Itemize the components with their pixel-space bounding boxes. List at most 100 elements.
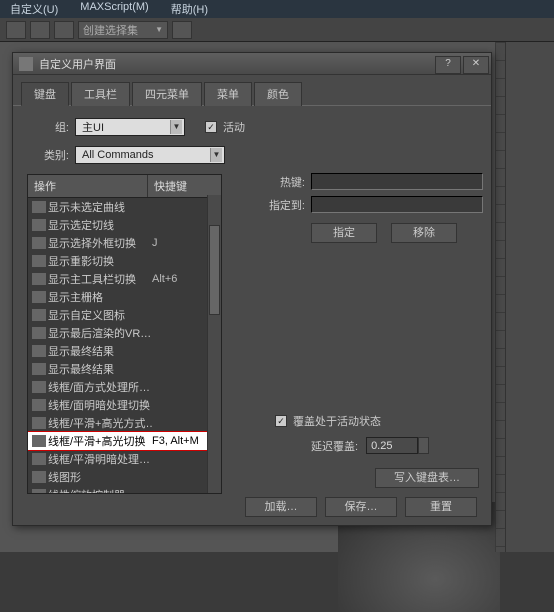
customize-ui-dialog: 自定义用户界面 ? ✕ 键盘 工具栏 四元菜单 菜单 颜色 组: 主UI ▼ ✓… [12, 52, 492, 526]
item-icon [32, 363, 46, 375]
list-header: 操作 快捷键 [28, 175, 221, 198]
active-label: 活动 [223, 119, 245, 135]
menu-custom[interactable]: 自定义(U) [10, 1, 58, 17]
list-item[interactable]: 显示最终结果 [28, 342, 221, 360]
item-icon [32, 219, 46, 231]
active-checkbox[interactable]: ✓ [205, 121, 217, 133]
item-text: 显示自定义图标 [48, 307, 152, 323]
right-panel: 热键: 指定到: 指定 移除 [245, 173, 483, 243]
item-icon [32, 291, 46, 303]
help-button[interactable]: ? [435, 56, 461, 74]
category-combo[interactable]: All Commands ▼ [75, 146, 225, 164]
item-icon [32, 435, 46, 447]
list-item[interactable]: 显示自定义图标 [28, 306, 221, 324]
dialog-titlebar[interactable]: 自定义用户界面 ? ✕ [13, 53, 491, 75]
list-item[interactable]: 线框/平滑明暗处理… [28, 450, 221, 468]
write-keyboard-button[interactable]: 写入键盘表… [375, 468, 479, 488]
item-icon [32, 453, 46, 465]
item-text: 线框/面方式处理所… [48, 379, 152, 395]
load-button[interactable]: 加载… [245, 497, 317, 517]
tool-button-2[interactable] [30, 21, 50, 39]
list-item[interactable]: 线图形 [28, 468, 221, 486]
item-icon [32, 417, 46, 429]
tab-keyboard[interactable]: 键盘 [21, 82, 69, 106]
item-text: 线框/平滑+高光方式… [48, 415, 152, 431]
lower-panel: ✓ 覆盖处于活动状态 延迟覆盖: 0.25 写入键盘表… [245, 413, 483, 488]
category-label: 类别: [27, 147, 69, 163]
dialog-body: 组: 主UI ▼ ✓ 活动 类别: All Commands ▼ 操作 快捷键 … [13, 106, 491, 506]
delay-spinner[interactable]: 0.25 [366, 437, 418, 454]
item-text: 显示最终结果 [48, 343, 152, 359]
tool-button-1[interactable] [6, 21, 26, 39]
item-icon [32, 399, 46, 411]
selection-set-placeholder: 创建选择集 [83, 22, 138, 38]
item-icon [32, 201, 46, 213]
menu-help[interactable]: 帮助(H) [171, 1, 208, 17]
tab-quad[interactable]: 四元菜单 [132, 82, 202, 106]
list-item[interactable]: 线性缩放控制器 [28, 486, 221, 494]
list-item[interactable]: 显示主栅格 [28, 288, 221, 306]
assignto-label: 指定到: [245, 197, 311, 213]
list-item[interactable]: 线框/面明暗处理切换 [28, 396, 221, 414]
group-combo[interactable]: 主UI ▼ [75, 118, 185, 136]
selection-set-combo[interactable]: 创建选择集 ▼ [78, 21, 168, 39]
dialog-icon [19, 57, 33, 71]
chevron-down-icon: ▼ [155, 25, 163, 34]
remove-button[interactable]: 移除 [391, 223, 457, 243]
hotkey-input[interactable] [311, 173, 483, 190]
item-icon [32, 489, 46, 494]
item-text: 线框/平滑+高光切换 [48, 433, 152, 449]
header-action[interactable]: 操作 [28, 175, 148, 197]
list-item[interactable]: 显示最终结果 [28, 360, 221, 378]
list-item[interactable]: 线框/面方式处理所… [28, 378, 221, 396]
item-text: 显示选择外框切换 [48, 235, 152, 251]
item-icon [32, 273, 46, 285]
override-checkbox[interactable]: ✓ [275, 415, 287, 427]
reset-button[interactable]: 重置 [405, 497, 477, 517]
item-text: 显示最终结果 [48, 361, 152, 377]
save-button[interactable]: 保存… [325, 497, 397, 517]
item-icon [32, 237, 46, 249]
tab-toolbar[interactable]: 工具栏 [71, 82, 130, 106]
spinner-buttons[interactable] [418, 437, 429, 454]
tab-color[interactable]: 颜色 [254, 82, 302, 106]
action-list[interactable]: 操作 快捷键 显示未选定曲线显示选定切线显示选择外框切换J显示重影切换显示主工具… [27, 174, 222, 494]
item-icon [32, 255, 46, 267]
category-value: All Commands [82, 149, 154, 161]
tool-button-4[interactable] [172, 21, 192, 39]
tab-menu[interactable]: 菜单 [204, 82, 252, 106]
list-item[interactable]: 显示选择外框切换J [28, 234, 221, 252]
chevron-down-icon: ▼ [210, 148, 222, 162]
close-button[interactable]: ✕ [463, 56, 489, 74]
item-icon [32, 327, 46, 339]
item-text: 显示主工具栏切换 [48, 271, 152, 287]
list-item[interactable]: 显示重影切换 [28, 252, 221, 270]
menubar: 自定义(U) MAXScript(M) 帮助(H) [0, 0, 554, 18]
list-item[interactable]: 线框/平滑+高光切换F3, Alt+M [28, 432, 221, 450]
header-shortcut[interactable]: 快捷键 [148, 175, 221, 197]
tool-button-3[interactable] [54, 21, 74, 39]
item-text: 线图形 [48, 469, 152, 485]
group-value: 主UI [82, 119, 104, 135]
group-label: 组: [27, 119, 69, 135]
item-icon [32, 471, 46, 483]
list-item[interactable]: 显示选定切线 [28, 216, 221, 234]
chevron-down-icon: ▼ [170, 120, 182, 134]
dialog-title: 自定义用户界面 [39, 56, 435, 72]
item-text: 线性缩放控制器 [48, 487, 152, 494]
scrollbar[interactable] [207, 195, 221, 494]
item-text: 显示选定切线 [48, 217, 152, 233]
menu-maxscript[interactable]: MAXScript(M) [80, 1, 148, 17]
item-text: 线框/面明暗处理切换 [48, 397, 152, 413]
scrollbar-thumb[interactable] [209, 225, 220, 315]
list-item[interactable]: 显示主工具栏切换Alt+6 [28, 270, 221, 288]
item-icon [32, 309, 46, 321]
delay-label: 延迟覆盖: [311, 438, 358, 454]
list-item[interactable]: 线框/平滑+高光方式… [28, 414, 221, 432]
assign-button[interactable]: 指定 [311, 223, 377, 243]
list-item[interactable]: 显示未选定曲线 [28, 198, 221, 216]
dialog-footer: 加载… 保存… 重置 [13, 497, 491, 517]
delay-value: 0.25 [371, 440, 392, 452]
list-item[interactable]: 显示最后渲染的VR… [28, 324, 221, 342]
toolbar: 创建选择集 ▼ [0, 18, 554, 42]
